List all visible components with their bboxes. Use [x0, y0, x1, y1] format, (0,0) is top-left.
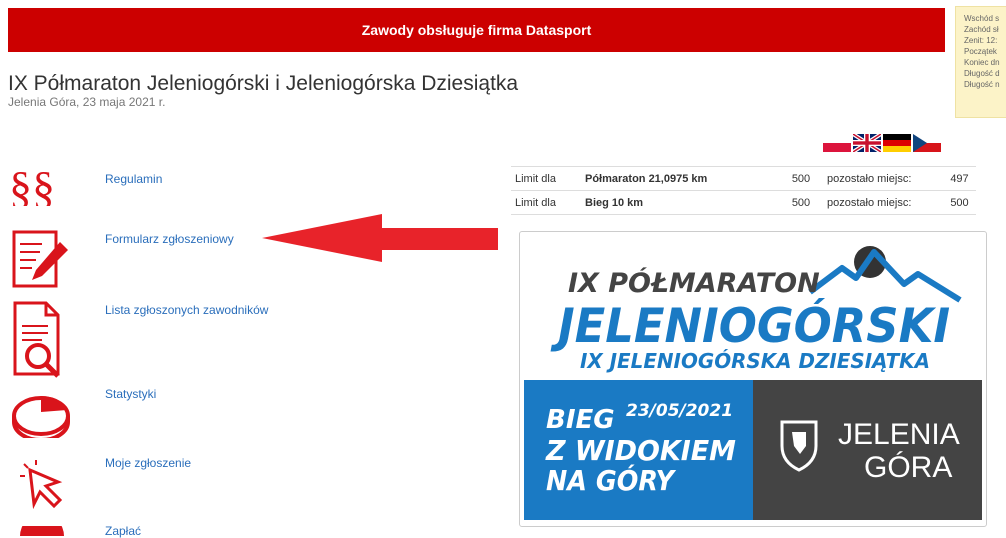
form-edit-icon[interactable] — [12, 228, 70, 290]
remaining-label: pozostało miejsc: — [823, 190, 943, 215]
event-date-location: Jelenia Góra, 23 maja 2021 r. — [8, 95, 166, 109]
limits-table: Limit dla Półmaraton 21,0975 km 500 pozo… — [511, 166, 976, 215]
poster-z-widokiem: Z WIDOKIEM — [545, 434, 736, 467]
poster-date: 23/05/2021 — [626, 401, 733, 421]
event-poster: IX PÓŁMARATON JELENIOGÓRSKI IX JELENIOGÓ… — [519, 231, 987, 527]
race-name: Bieg 10 km — [581, 190, 779, 215]
sun-line: Koniec dn — [964, 58, 1000, 67]
sun-line: Zenit: 12: — [964, 36, 998, 45]
menu-regulamin[interactable]: Regulamin — [105, 172, 162, 186]
page-title: IX Półmaraton Jeleniogórski i Jeleniogór… — [8, 72, 519, 95]
table-row: Limit dla Półmaraton 21,0975 km 500 pozo… — [511, 166, 976, 191]
poster-city2: GÓRA — [864, 451, 952, 484]
sun-line: Zachód sł — [964, 25, 999, 34]
race-name: Półmaraton 21,0975 km — [581, 166, 779, 191]
cursor-click-icon[interactable] — [20, 460, 72, 512]
sun-info-box: Wschód s Zachód sł Zenit: 12: Początek K… — [955, 6, 1006, 118]
limit-label: Limit dla — [511, 166, 581, 191]
table-row: Limit dla Bieg 10 km 500 pozostało miejs… — [511, 190, 976, 215]
poster-line2: JELENIOGÓRSKI — [550, 299, 950, 354]
sun-line: Wschód s — [964, 14, 1000, 23]
flag-de-icon[interactable] — [883, 134, 911, 152]
paragraph-icon[interactable]: §§ — [9, 166, 73, 206]
pie-chart-icon[interactable] — [12, 388, 72, 438]
payment-icon[interactable] — [18, 526, 66, 536]
flag-cz-icon[interactable] — [913, 134, 941, 152]
remaining-label: pozostało miejsc: — [823, 166, 943, 191]
red-arrow-annotation — [262, 214, 498, 262]
sun-line: Długość n — [964, 80, 1000, 89]
banner-text: Zawody obsługuje firma Datasport — [361, 22, 592, 38]
menu-formularz[interactable]: Formularz zgłoszeniowy — [105, 232, 234, 246]
sun-line: Długość d — [964, 69, 1000, 78]
svg-text:§§: §§ — [9, 166, 55, 206]
poster-bieg: BIEG — [546, 405, 615, 435]
datasport-banner: Zawody obsługuje firma Datasport — [8, 8, 945, 52]
sun-line: Początek — [964, 47, 997, 56]
remaining-value: 497 — [943, 166, 976, 191]
document-search-icon[interactable] — [12, 300, 70, 382]
limit-value: 500 — [779, 190, 823, 215]
poster-line1: IX PÓŁMARATON — [568, 267, 820, 299]
poster-city1: JELENIA — [838, 418, 960, 451]
menu-moje-zgloszenie[interactable]: Moje zgłoszenie — [105, 456, 191, 470]
flag-pl-icon[interactable] — [823, 134, 851, 152]
menu-statystyki[interactable]: Statystyki — [105, 387, 156, 401]
limit-label: Limit dla — [511, 190, 581, 215]
remaining-value: 500 — [943, 190, 976, 215]
poster-line3: IX JELENIOGÓRSKA DZIESIĄTKA — [580, 349, 930, 373]
menu-lista[interactable]: Lista zgłoszonych zawodników — [105, 303, 268, 317]
poster-graphic: IX PÓŁMARATON JELENIOGÓRSKI IX JELENIOGÓ… — [524, 236, 982, 520]
flag-gb-icon[interactable] — [853, 134, 881, 152]
limit-value: 500 — [779, 166, 823, 191]
poster-na-gory: NA GÓRY — [546, 463, 676, 497]
language-selector — [823, 134, 941, 152]
